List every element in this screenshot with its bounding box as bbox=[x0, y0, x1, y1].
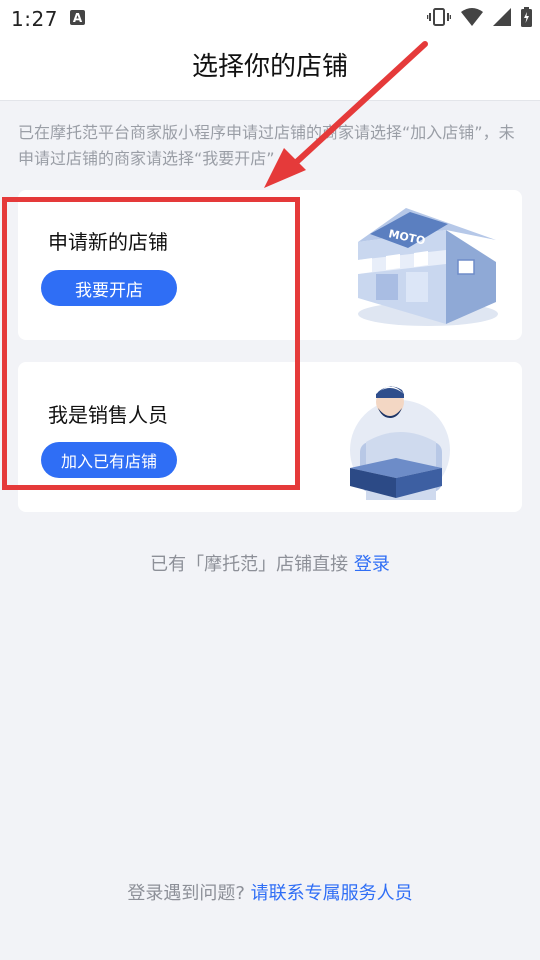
signal-icon bbox=[493, 8, 511, 26]
login-link[interactable]: 登录 bbox=[354, 554, 390, 575]
salesperson-card: 我是销售人员 加入已有店铺 bbox=[18, 362, 522, 512]
card-title: 申请新的店铺 bbox=[48, 230, 168, 254]
wifi-icon bbox=[461, 8, 483, 26]
storefront-illustration: MOTO bbox=[358, 208, 498, 326]
contact-service-link[interactable]: 请联系专属服务人员 bbox=[251, 883, 413, 904]
page-header: 选择你的店铺 bbox=[0, 36, 540, 101]
help-footer: 登录遇到问题? 请联系专属服务人员 bbox=[0, 879, 540, 905]
intro-text: 已在摩托范平台商家版小程序申请过店铺的商家请选择“加入店铺”，未申请过店铺的商家… bbox=[18, 123, 515, 168]
help-prompt-text: 登录遇到问题? bbox=[127, 883, 245, 904]
card-title: 我是销售人员 bbox=[48, 403, 168, 427]
notification-a-icon: A bbox=[70, 10, 85, 25]
login-prompt: 已有「摩托范」店铺直接 登录 bbox=[0, 550, 540, 576]
login-prompt-text: 已有「摩托范」店铺直接 bbox=[150, 554, 349, 575]
status-icons bbox=[427, 7, 532, 27]
status-bar: 1:27 A bbox=[0, 0, 540, 36]
status-time: 1:27 bbox=[11, 7, 58, 31]
apply-new-store-card: 申请新的店铺 我要开店 MOTO bbox=[18, 190, 522, 340]
battery-icon bbox=[521, 7, 532, 27]
vibrate-icon bbox=[427, 8, 451, 26]
page-title: 选择你的店铺 bbox=[191, 52, 348, 82]
open-store-button[interactable]: 我要开店 bbox=[41, 270, 177, 306]
join-existing-store-button[interactable]: 加入已有店铺 bbox=[41, 442, 177, 478]
salesperson-illustration bbox=[350, 386, 450, 500]
